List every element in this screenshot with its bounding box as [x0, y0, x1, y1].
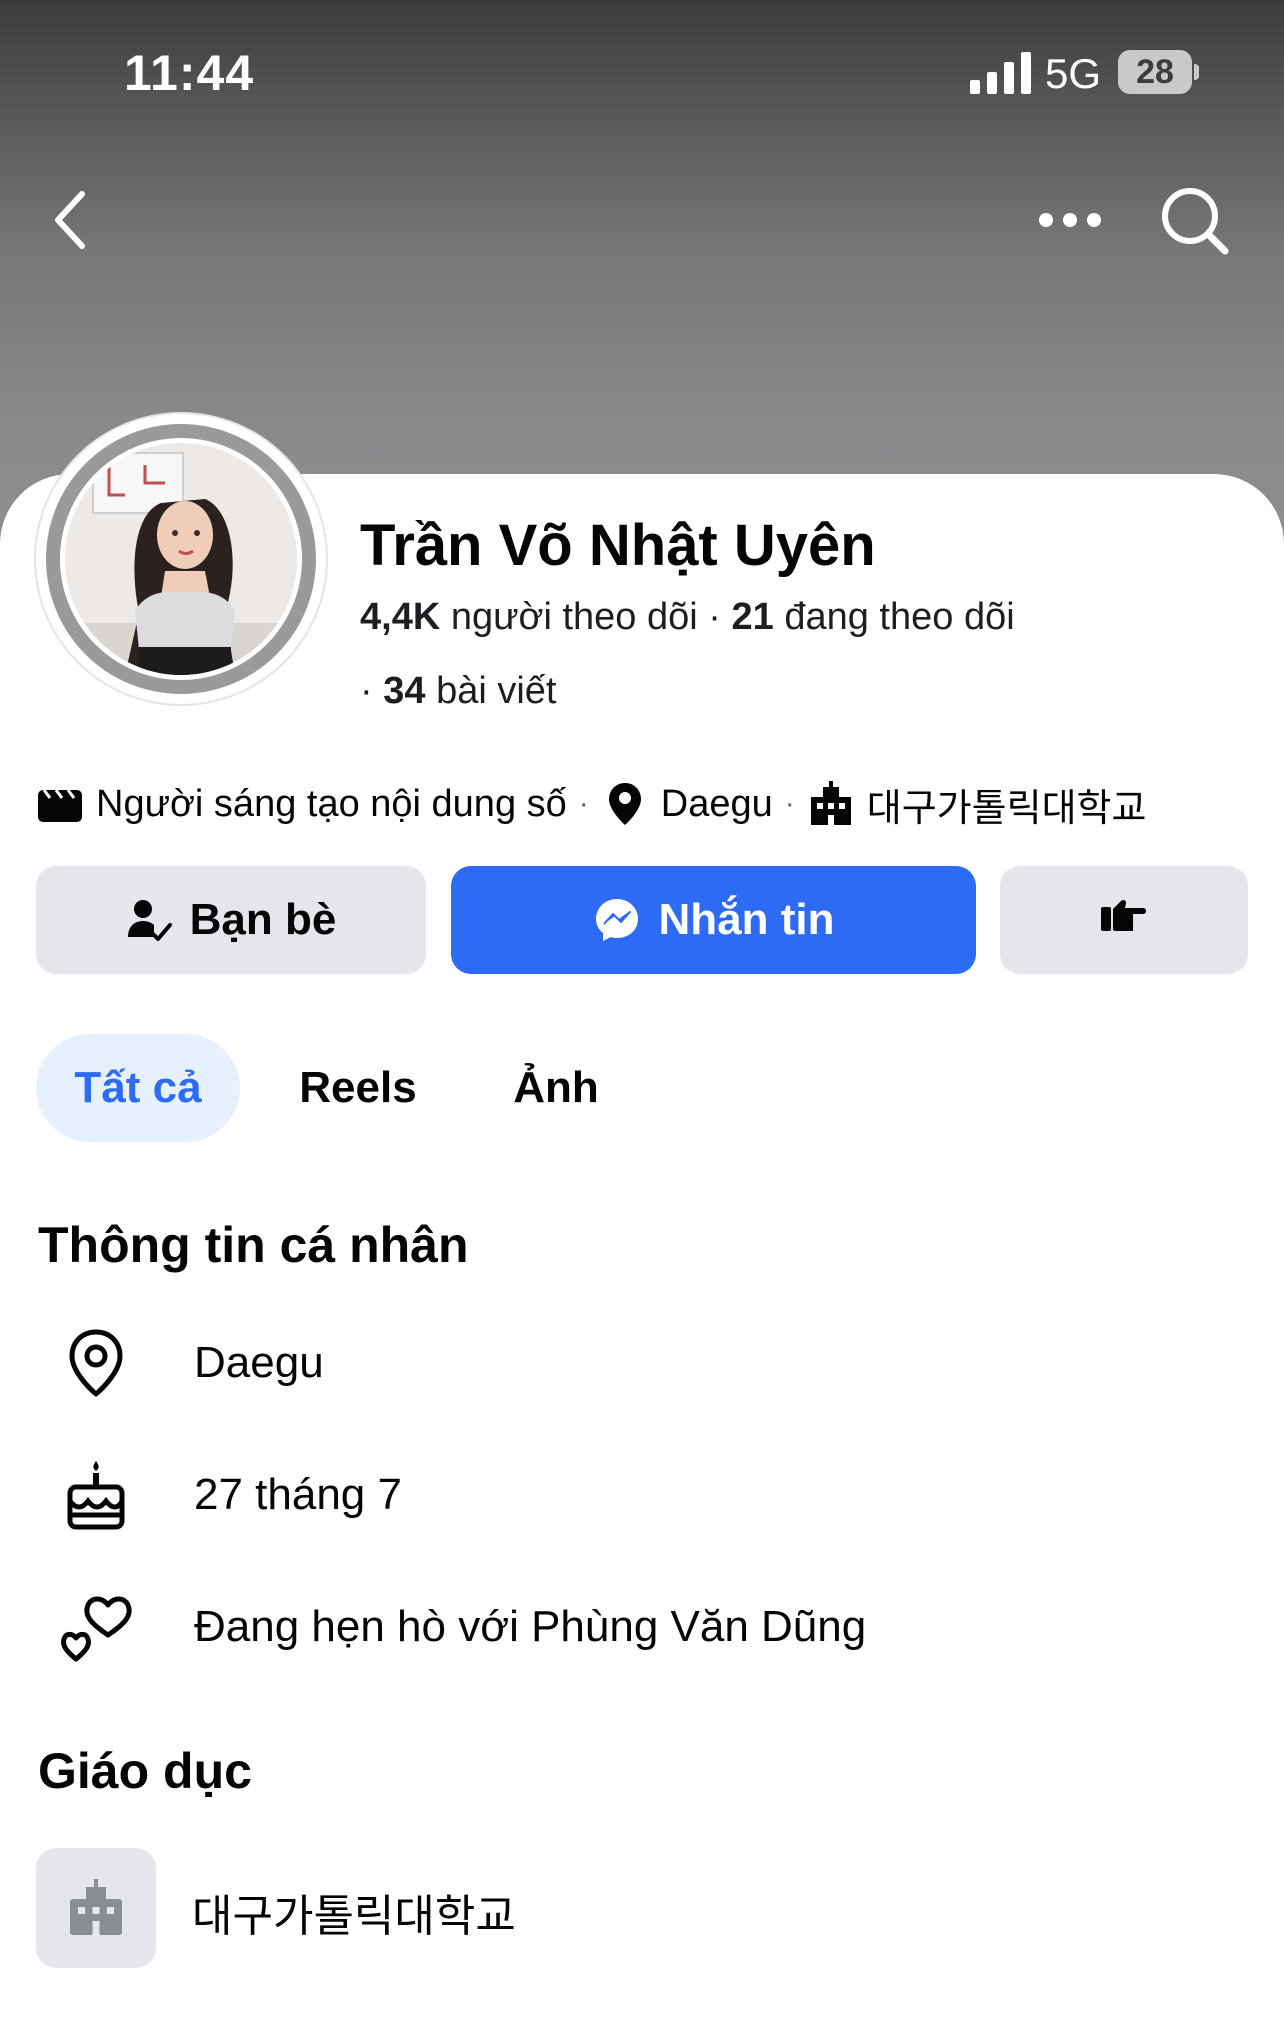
- detail-location[interactable]: Daegu: [56, 1308, 324, 1418]
- intro-school[interactable]: 대구가톨릭대학교: [867, 777, 1147, 832]
- stats-separator: ·: [708, 596, 721, 638]
- friends-button[interactable]: Bạn bè: [36, 866, 426, 974]
- avatar-photo: [65, 443, 297, 675]
- detail-location-text: Daegu: [194, 1338, 324, 1387]
- clapperboard-icon: [36, 780, 84, 828]
- battery-level: 28: [1118, 50, 1192, 94]
- detail-birthday-text: 27 tháng 7: [194, 1470, 402, 1519]
- detail-relationship-text: Đang hẹn hò với Phùng Văn Dũng: [194, 1602, 867, 1651]
- map-pin-icon: [601, 780, 649, 828]
- friends-label: Bạn bè: [189, 895, 337, 944]
- battery-icon: 28: [1118, 50, 1199, 94]
- messenger-icon: [593, 896, 641, 944]
- cellular-signal-icon: [970, 52, 1031, 94]
- ellipsis-icon: [1039, 213, 1101, 227]
- profile-avatar[interactable]: [36, 414, 326, 704]
- detail-relationship[interactable]: Đang hẹn hò với Phùng Văn Dũng: [56, 1572, 866, 1682]
- more-options-button[interactable]: [1020, 190, 1120, 250]
- building-icon: [70, 1879, 122, 1935]
- personal-info-title: Thông tin cá nhân: [38, 1217, 469, 1273]
- hearts-icon: [56, 1587, 136, 1667]
- pointing-hand-icon: [1099, 895, 1149, 946]
- posts-label: bài viết: [436, 670, 557, 712]
- search-icon: [1162, 188, 1229, 255]
- status-bar: 11:44 5G 28: [0, 0, 1284, 150]
- poke-button[interactable]: [1000, 866, 1248, 974]
- posts-count: 34: [383, 670, 426, 712]
- back-button[interactable]: [40, 180, 100, 260]
- battery-tip: [1194, 64, 1199, 80]
- following-label[interactable]: đang theo dõi: [784, 596, 1014, 638]
- search-button[interactable]: [1150, 176, 1240, 266]
- info-separator: ·: [578, 787, 589, 820]
- avatar-ring: [46, 424, 316, 694]
- follow-stats: 4,4K người theo dõi · 21 đang theo dõi: [360, 596, 1015, 639]
- education-icon-tile[interactable]: [36, 1848, 156, 1968]
- intro-location[interactable]: Daegu: [661, 783, 773, 826]
- chevron-left-icon: [55, 191, 85, 249]
- following-count[interactable]: 21: [731, 596, 773, 638]
- tab-all[interactable]: Tất cả: [36, 1034, 240, 1142]
- message-label: Nhắn tin: [658, 895, 835, 944]
- tab-photos[interactable]: Ảnh: [496, 1034, 616, 1142]
- status-time: 11:44: [124, 45, 255, 101]
- network-type: 5G: [1045, 50, 1102, 97]
- intro-line: Người sáng tạo nội dung số · Daegu · 대구가…: [36, 776, 1146, 832]
- detail-birthday: 27 tháng 7: [56, 1440, 402, 1550]
- followers-label[interactable]: người theo dõi: [451, 596, 698, 638]
- person-photo-illustration: [65, 443, 297, 675]
- posts-stats: · 34 bài viết: [360, 670, 556, 713]
- info-separator: ·: [784, 787, 795, 820]
- followers-count[interactable]: 4,4K: [360, 596, 440, 638]
- education-school-text[interactable]: 대구가톨릭대학교: [192, 1880, 516, 1944]
- building-icon: [807, 780, 855, 828]
- message-button[interactable]: Nhắn tin: [451, 866, 976, 974]
- map-pin-icon: [56, 1323, 136, 1403]
- birthday-cake-icon: [56, 1455, 136, 1535]
- person-check-icon: [126, 897, 172, 943]
- profile-name: Trần Võ Nhật Uyên: [360, 513, 876, 578]
- posts-separator: ·: [360, 670, 373, 712]
- tab-reels[interactable]: Reels: [284, 1034, 432, 1142]
- education-title: Giáo dục: [38, 1743, 252, 1799]
- creator-category[interactable]: Người sáng tạo nội dung số: [96, 783, 567, 826]
